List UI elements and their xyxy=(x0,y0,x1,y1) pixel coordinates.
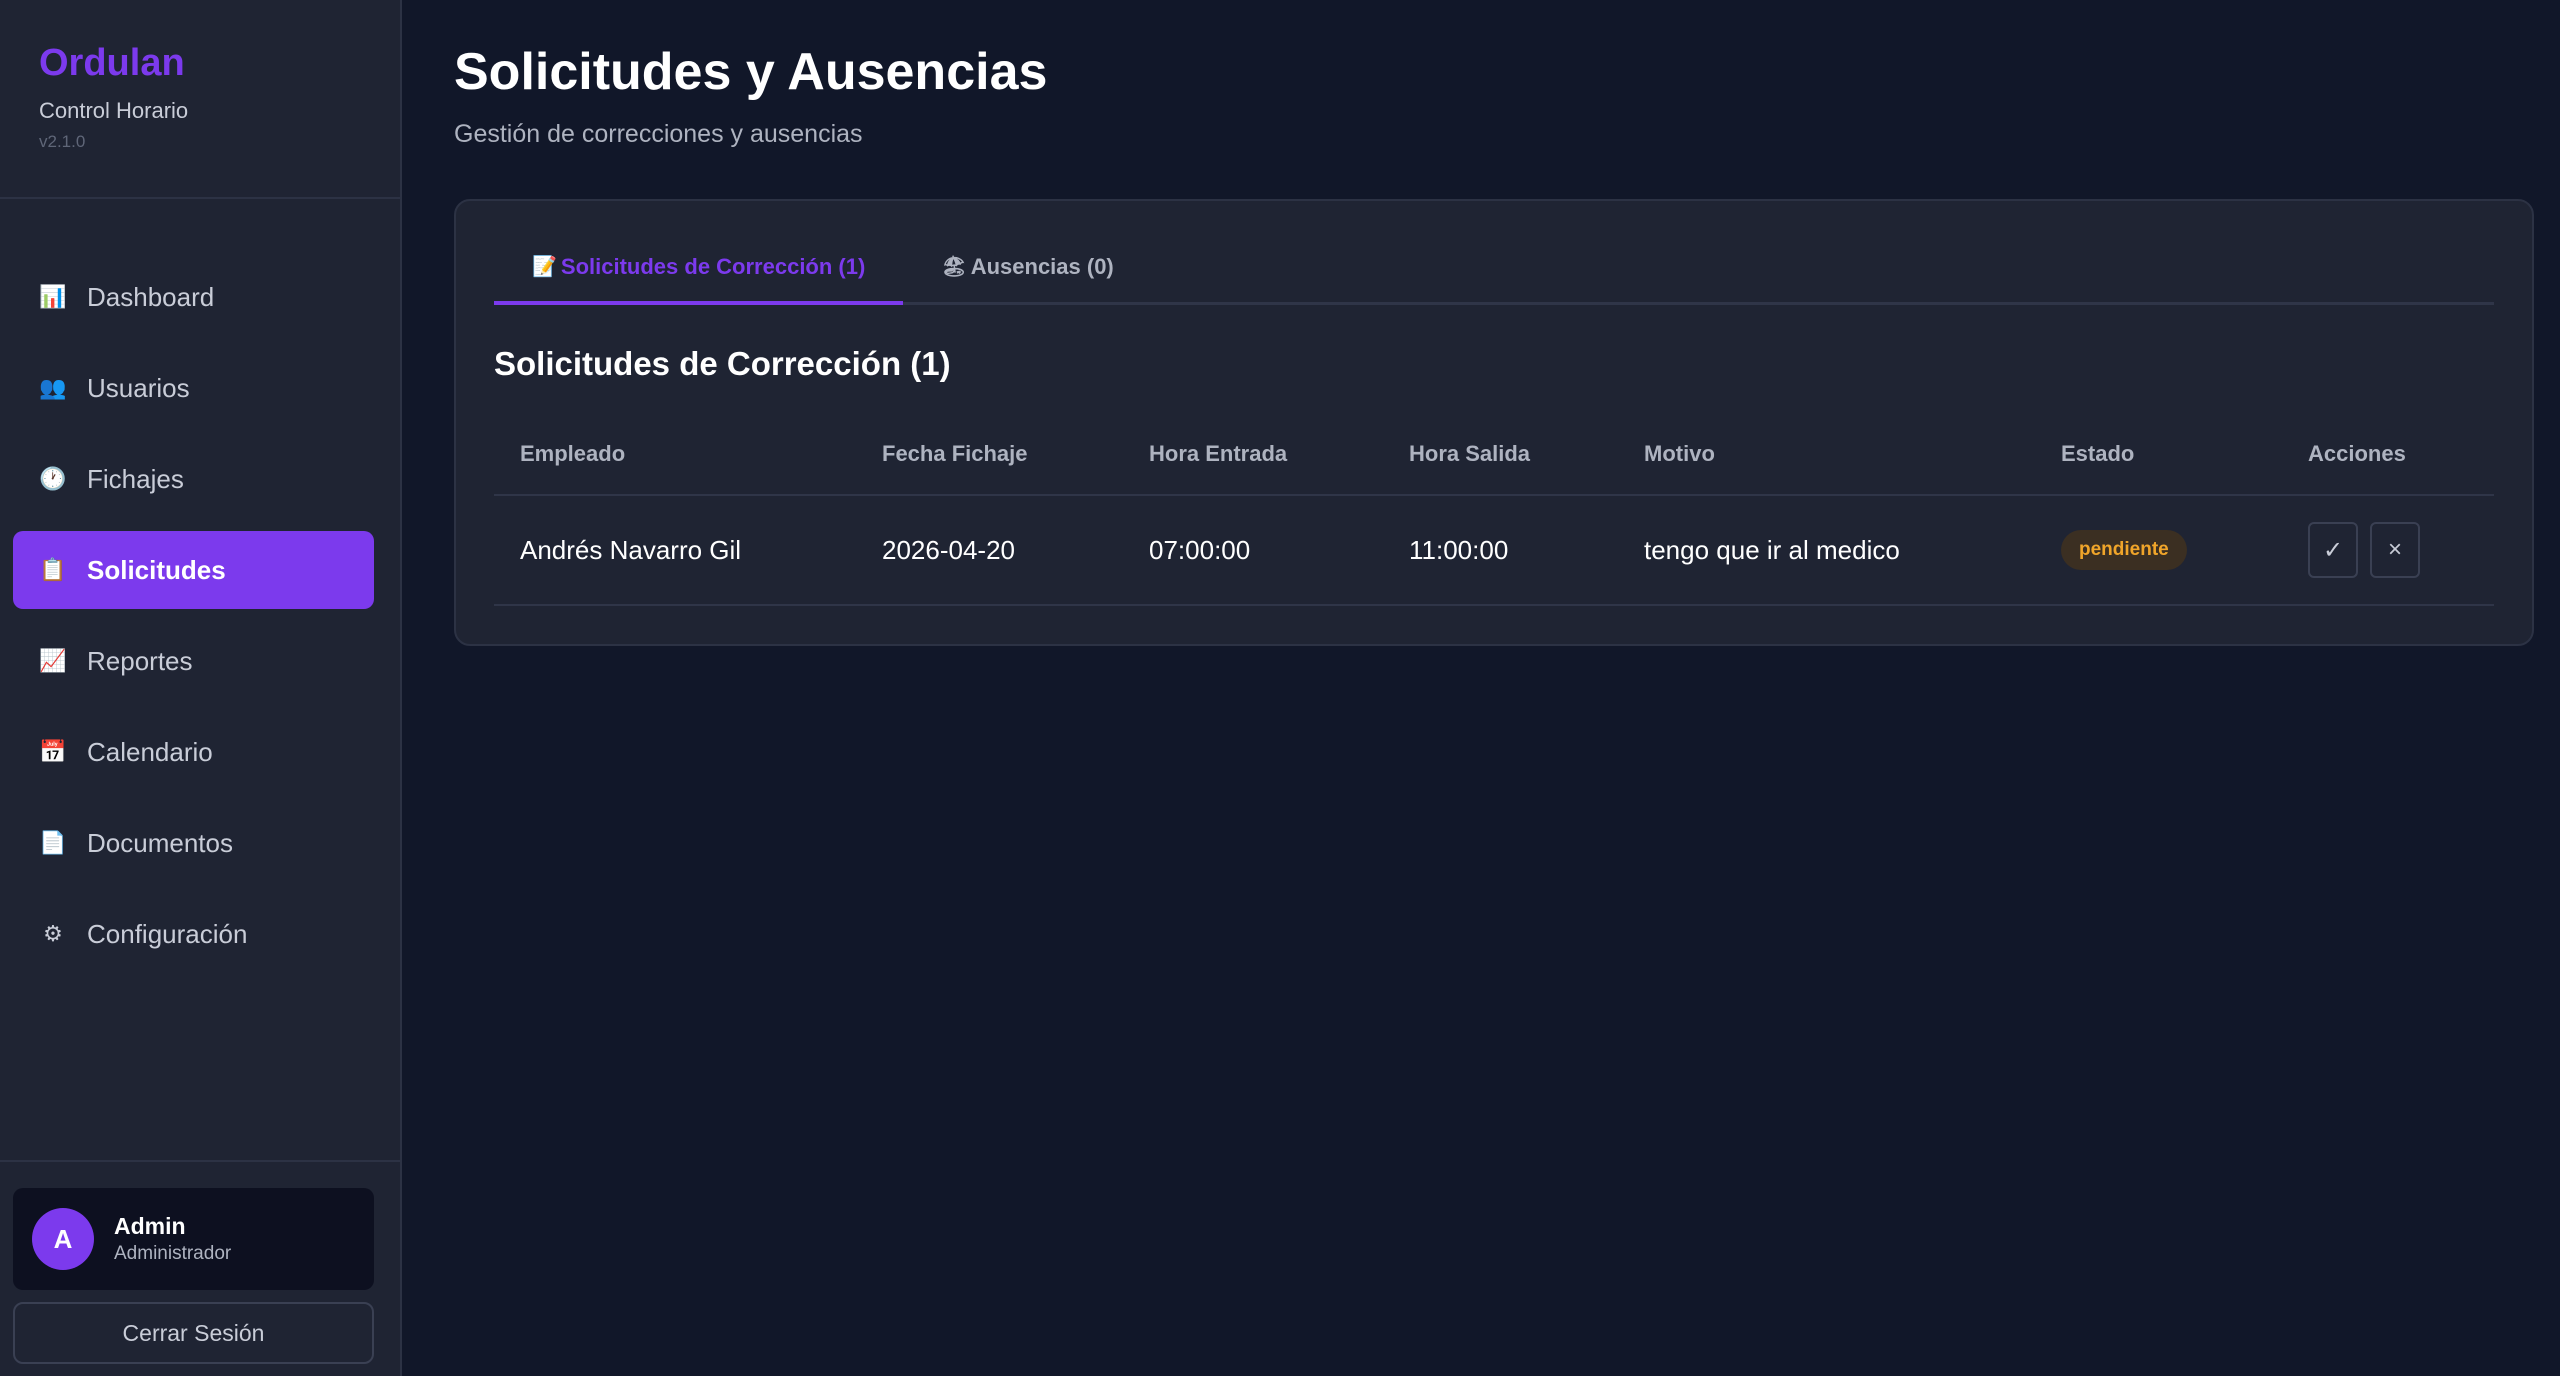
status-badge: pendiente xyxy=(2061,530,2187,570)
reject-button[interactable]: × xyxy=(2370,522,2420,578)
cell-estado: pendiente xyxy=(2035,495,2282,606)
cell-empleado: Andrés Navarro Gil xyxy=(494,495,856,606)
tab-label: Ausencias (0) xyxy=(970,253,1114,279)
cell-hora-salida: 11:00:00 xyxy=(1383,495,1618,606)
table-header-row: Empleado Fecha Fichaje Hora Entrada Hora… xyxy=(494,413,2494,496)
column-header-acciones: Acciones xyxy=(2282,413,2494,496)
tab-solicitudes-correccion[interactable]: 📝 Solicitudes de Corrección (1) xyxy=(494,231,904,305)
trend-chart-icon: 📈 xyxy=(39,648,67,673)
sidebar-item-label: Usuarios xyxy=(87,372,190,403)
sidebar-item-label: Calendario xyxy=(87,736,213,767)
cell-acciones: ✓ × xyxy=(2282,495,2494,606)
sidebar-item-label: Solicitudes xyxy=(87,554,226,585)
check-icon: ✓ xyxy=(2322,536,2344,564)
tab-ausencias[interactable]: 🏖 Ausencias (0) xyxy=(903,231,1151,302)
main-content: Solicitudes y Ausencias Gestión de corre… xyxy=(402,0,2560,1376)
brand-name: Ordulan xyxy=(39,42,185,84)
app-root: Ordulan Control Horario v2.1.0 📊 Dashboa… xyxy=(0,0,2560,1376)
user-info: Admin Administrador xyxy=(114,1213,231,1265)
gear-icon: ⚙ xyxy=(43,921,63,946)
users-icon: 👥 xyxy=(39,375,67,400)
tab-label: Solicitudes de Corrección (1) xyxy=(560,253,866,279)
column-header-fecha-fichaje: Fecha Fichaje xyxy=(856,413,1123,496)
sidebar-item-documentos[interactable]: 📄 Documentos xyxy=(13,804,374,882)
sidebar-item-label: Fichajes xyxy=(87,463,184,494)
requests-card: 📝 Solicitudes de Corrección (1) 🏖 Ausenc… xyxy=(454,199,2534,646)
cell-hora-entrada: 07:00:00 xyxy=(1123,495,1383,606)
requests-table: Empleado Fecha Fichaje Hora Entrada Hora… xyxy=(494,413,2494,606)
avatar: A xyxy=(32,1208,94,1270)
sidebar-item-configuracion[interactable]: ⚙ Configuración xyxy=(13,895,374,973)
sidebar-item-label: Configuración xyxy=(87,918,248,949)
beach-icon: 🏖 xyxy=(941,256,967,278)
sidebar-item-reportes[interactable]: 📈 Reportes xyxy=(13,622,374,700)
bar-chart-icon: 📊 xyxy=(39,284,67,309)
user-role: Administrador xyxy=(114,1243,232,1264)
sidebar-item-label: Reportes xyxy=(87,645,193,676)
page-subtitle: Gestión de correcciones y ausencias xyxy=(454,120,863,148)
sidebar-item-label: Dashboard xyxy=(87,281,215,312)
brand-subtitle: Control Horario xyxy=(39,98,189,123)
cell-motivo: tengo que ir al medico xyxy=(1618,495,2035,606)
document-icon: 📄 xyxy=(39,830,67,855)
sidebar-item-usuarios[interactable]: 👥 Usuarios xyxy=(13,349,374,427)
column-header-hora-salida: Hora Salida xyxy=(1383,413,1618,496)
clipboard-icon: 📋 xyxy=(39,557,67,582)
sidebar-item-solicitudes[interactable]: 📋 Solicitudes xyxy=(13,531,374,609)
app-version: v2.1.0 xyxy=(39,132,86,151)
sidebar-item-calendario[interactable]: 📅 Calendario xyxy=(13,713,374,791)
column-header-estado: Estado xyxy=(2035,413,2282,496)
calendar-icon: 📅 xyxy=(39,739,67,764)
section-title: Solicitudes de Corrección (1) xyxy=(494,345,951,382)
row-actions: ✓ × xyxy=(2308,522,2494,578)
sidebar: Ordulan Control Horario v2.1.0 📊 Dashboa… xyxy=(0,0,402,1376)
sidebar-item-label: Documentos xyxy=(87,827,233,858)
sidebar-item-fichajes[interactable]: 🕐 Fichajes xyxy=(13,440,374,518)
column-header-hora-entrada: Hora Entrada xyxy=(1123,413,1383,496)
tab-bar: 📝 Solicitudes de Corrección (1) 🏖 Ausenc… xyxy=(494,231,2494,305)
column-header-empleado: Empleado xyxy=(494,413,856,496)
table-row: Andrés Navarro Gil 2026-04-20 07:00:00 1… xyxy=(494,495,2494,606)
sidebar-footer: A Admin Administrador Cerrar Sesión xyxy=(0,1160,400,1376)
approve-button[interactable]: ✓ xyxy=(2308,522,2358,578)
clock-icon: 🕐 xyxy=(39,466,67,491)
sidebar-item-dashboard[interactable]: 📊 Dashboard xyxy=(13,258,374,336)
page-title: Solicitudes y Ausencias xyxy=(454,43,1048,101)
user-card: A Admin Administrador xyxy=(13,1188,374,1290)
cell-fecha: 2026-04-20 xyxy=(856,495,1123,606)
memo-icon: 📝 xyxy=(532,256,557,278)
close-icon: × xyxy=(2387,536,2402,563)
logout-button[interactable]: Cerrar Sesión xyxy=(13,1302,374,1364)
brand: Ordulan Control Horario v2.1.0 xyxy=(0,0,400,199)
sidebar-nav: 📊 Dashboard 👥 Usuarios 🕐 Fichajes 📋 Soli… xyxy=(0,199,400,973)
user-name: Admin xyxy=(114,1213,186,1239)
column-header-motivo: Motivo xyxy=(1618,413,2035,496)
